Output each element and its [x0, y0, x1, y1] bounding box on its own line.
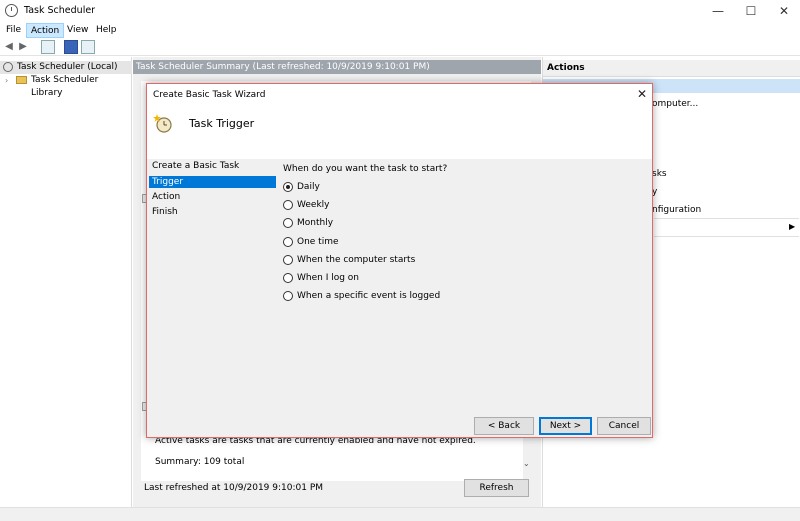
action-label: sks: [652, 169, 667, 179]
last-refreshed-text: Last refreshed at 10/9/2019 9:10:01 PM: [144, 483, 324, 493]
radio-button[interactable]: [283, 200, 293, 210]
radio-label: When the computer starts: [297, 255, 416, 265]
clock-icon: [5, 4, 18, 17]
console-tree: Task Scheduler (Local) › Task Scheduler …: [0, 57, 132, 507]
chevron-right-icon[interactable]: ›: [5, 74, 8, 87]
minimize-button[interactable]: —: [703, 0, 733, 22]
dialog-close-button[interactable]: ✕: [634, 86, 650, 102]
radio-label: When I log on: [297, 273, 360, 283]
back-arrow-icon[interactable]: ◀: [3, 41, 15, 53]
menu-bar: File Action View Help: [0, 22, 800, 38]
radio-label: When a specific event is logged: [297, 291, 441, 301]
create-basic-task-wizard: Create Basic Task Wizard ✕ Task Trigger …: [146, 83, 653, 438]
step-action[interactable]: Action: [149, 191, 276, 203]
maximize-button[interactable]: ☐: [736, 0, 766, 22]
dialog-title: Create Basic Task Wizard: [153, 90, 266, 100]
radio-button[interactable]: [283, 255, 293, 265]
toolbar: ◀ ▶: [0, 38, 800, 56]
radio-button[interactable]: [283, 237, 293, 247]
step-trigger[interactable]: Trigger: [149, 176, 276, 188]
window-title: Task Scheduler: [24, 5, 96, 16]
step-create-basic-task[interactable]: Create a Basic Task: [149, 160, 276, 172]
back-button[interactable]: < Back: [474, 417, 534, 435]
status-bar: [0, 507, 800, 521]
menu-help[interactable]: Help: [92, 23, 121, 38]
action-label: nfiguration: [652, 205, 702, 215]
radio-label: Daily: [297, 182, 320, 192]
close-button[interactable]: ✕: [769, 0, 799, 22]
menu-action[interactable]: Action: [26, 23, 65, 38]
radio-label: Weekly: [297, 200, 330, 210]
divider: [654, 218, 799, 219]
radio-button[interactable]: [283, 291, 293, 301]
submenu-arrow-icon[interactable]: ▶: [789, 222, 795, 231]
clock-icon: [3, 62, 13, 72]
radio-button[interactable]: [283, 182, 293, 192]
dialog-heading: Task Trigger: [189, 117, 255, 130]
show-hide-console-tree-icon[interactable]: [41, 40, 55, 54]
menu-file[interactable]: File: [2, 23, 25, 38]
radio-button[interactable]: [283, 273, 293, 283]
tree-item-task-scheduler-library[interactable]: › Task Scheduler Library: [0, 74, 132, 98]
radio-label: Monthly: [297, 218, 334, 228]
summary-header: Task Scheduler Summary (Last refreshed: …: [133, 60, 541, 74]
trigger-question: When do you want the task to start?: [283, 164, 448, 174]
action-label: omputer...: [652, 99, 699, 109]
cancel-button[interactable]: Cancel: [597, 417, 651, 435]
task-wizard-icon: [153, 114, 172, 133]
wizard-steps: Create a Basic Task Trigger Action Finis…: [147, 159, 278, 417]
step-finish[interactable]: Finish: [149, 206, 276, 218]
tree-item-label: Task Scheduler (Local): [17, 62, 118, 72]
divider: [654, 236, 799, 237]
forward-arrow-icon[interactable]: ▶: [17, 41, 29, 53]
dialog-header: Create Basic Task Wizard ✕ Task Trigger: [147, 84, 652, 159]
tree-item-label: Task Scheduler Library: [31, 75, 99, 98]
actions-header: Actions: [543, 60, 800, 77]
radio-label: One time: [297, 237, 339, 247]
summary-total: Summary: 109 total: [155, 457, 245, 467]
folder-icon: [16, 76, 27, 84]
show-hide-action-pane-icon[interactable]: [81, 40, 95, 54]
help-icon[interactable]: [64, 40, 78, 54]
menu-view[interactable]: View: [63, 23, 92, 38]
title-bar: Task Scheduler — ☐ ✕: [0, 0, 800, 22]
chevron-down-icon[interactable]: ⌄: [523, 459, 530, 468]
radio-button[interactable]: [283, 218, 293, 228]
tree-item-task-scheduler-local[interactable]: Task Scheduler (Local): [0, 61, 132, 74]
next-button[interactable]: Next >: [539, 417, 592, 435]
refresh-button[interactable]: Refresh: [464, 479, 529, 497]
